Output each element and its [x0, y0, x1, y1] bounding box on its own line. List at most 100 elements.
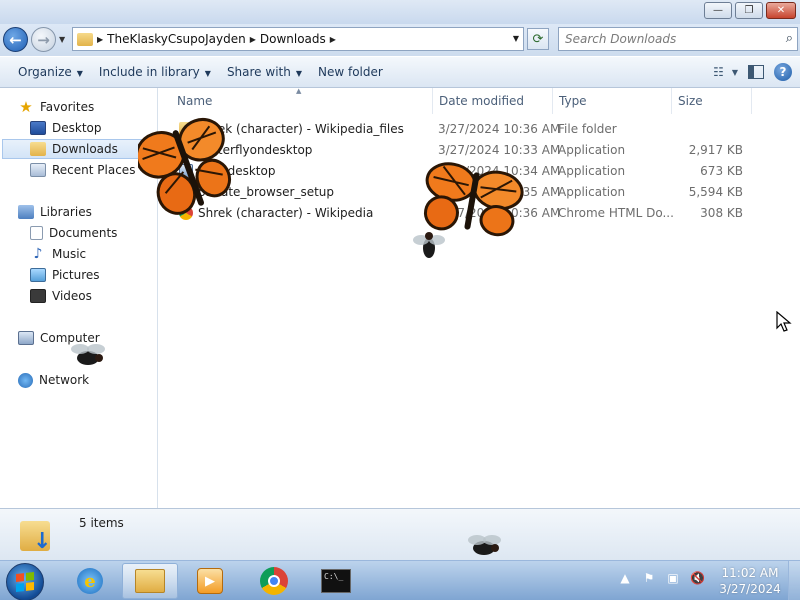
music-note-icon: ♪ [33, 246, 43, 262]
file-type: File folder [558, 122, 617, 136]
file-date: 3/27/2024 10:36 AM [438, 206, 561, 220]
organize-label: Organize [18, 65, 72, 79]
file-date: 3/27/2024 10:36 AM [438, 122, 561, 136]
breadcrumb-user[interactable]: TheKlaskyCsupoJayden [107, 32, 246, 46]
help-icon[interactable]: ? [774, 63, 792, 81]
start-button[interactable] [6, 563, 44, 600]
file-row[interactable]: Shrek (character) - Wikipedia_files 3/27… [159, 119, 759, 140]
nav-network[interactable]: Network [18, 370, 154, 390]
file-row[interactable]: private_browser_setup 3/27/2024 10:35 AM… [159, 182, 759, 203]
show-hidden-icons-button[interactable]: ▲ [618, 571, 632, 585]
nav-videos[interactable]: Videos [30, 286, 154, 306]
nav-computer[interactable]: Computer [18, 328, 154, 348]
back-button[interactable]: ← [3, 27, 28, 52]
file-list[interactable]: ▲ Name Date modified Type Size Shrek (ch… [159, 87, 800, 508]
column-header-size[interactable]: Size [672, 88, 752, 114]
preview-pane-icon [748, 65, 764, 79]
file-type: Application [558, 164, 626, 178]
address-bar[interactable]: ▶ TheKlaskyCsupoJayden ▶ Downloads ▶ ▼ [72, 27, 524, 51]
file-name: butterflyondesktop [198, 143, 313, 157]
computer-icon [18, 331, 34, 345]
breadcrumb-downloads[interactable]: Downloads [260, 32, 326, 46]
star-icon: ★ [19, 98, 33, 116]
breadcrumb-separator-icon[interactable]: ▶ [97, 35, 103, 44]
chrome-html-icon [179, 206, 193, 220]
view-list-icon: ☷ [713, 65, 724, 79]
clock[interactable]: 11:02 AM 3/27/2024 [718, 565, 782, 597]
refresh-button[interactable]: ⟳ [527, 28, 549, 50]
network-icon [18, 372, 33, 388]
nav-music-label: Music [52, 247, 87, 261]
nav-pictures-label: Pictures [52, 268, 100, 282]
share-with-label: Share with [226, 65, 291, 79]
recent-pages-dropdown-icon[interactable]: ▼ [59, 35, 65, 44]
include-in-library-button[interactable]: Include in library ▼ [91, 60, 219, 84]
file-name: Shrek (character) - Wikipedia_files [198, 122, 404, 136]
nav-desktop-label: Desktop [52, 121, 102, 135]
search-box[interactable]: ⌕ [558, 27, 798, 51]
nav-pictures[interactable]: Pictures [30, 265, 154, 285]
file-date: 3/27/2024 10:34 AM [438, 164, 561, 178]
windows-logo-icon [16, 572, 34, 592]
refresh-icon: ⟳ [532, 31, 544, 47]
file-name: private_browser_setup [198, 185, 335, 199]
clock-date: 3/27/2024 [719, 582, 781, 596]
close-button[interactable]: ✕ [766, 2, 796, 19]
breadcrumb-separator-icon[interactable]: ▶ [330, 35, 336, 44]
column-header-type[interactable]: Type [553, 88, 672, 114]
recent-places-icon [30, 163, 46, 177]
search-input[interactable] [559, 28, 769, 50]
nav-computer-label: Computer [40, 331, 100, 345]
video-icon [30, 289, 46, 303]
file-size: 308 KB [700, 206, 743, 220]
taskbar-command-prompt[interactable]: C:\_ [308, 563, 364, 599]
change-view-button[interactable]: ☷ ▼ [713, 61, 738, 83]
nav-recent-places[interactable]: Recent Places [30, 160, 154, 180]
share-with-button[interactable]: Share with ▼ [219, 60, 310, 84]
nav-libraries-label: Libraries [40, 205, 92, 219]
breadcrumb-separator-icon[interactable]: ▶ [250, 35, 256, 44]
column-header-name[interactable]: Name [171, 88, 433, 114]
nav-documents[interactable]: Documents [30, 223, 154, 243]
explorer-folder-icon [135, 569, 165, 593]
nav-desktop[interactable]: Desktop [30, 118, 154, 138]
column-header-date[interactable]: Date modified [433, 88, 553, 114]
file-name: Shrek (character) - Wikipedia [198, 206, 374, 220]
nav-favorites[interactable]: ★ Favorites [18, 97, 174, 117]
chevron-down-icon[interactable]: ▼ [513, 34, 519, 43]
include-in-library-label: Include in library [98, 65, 200, 79]
mouse-cursor-icon [776, 311, 792, 332]
media-player-icon: ▶ [197, 568, 223, 594]
taskbar-windows-explorer[interactable] [122, 563, 178, 599]
search-icon[interactable]: ⌕ [786, 31, 793, 46]
new-folder-button[interactable]: New folder [310, 60, 391, 84]
action-center-flag-icon[interactable]: ⚑ [642, 571, 656, 585]
network-tray-icon[interactable]: ▣ [666, 571, 680, 585]
taskbar-internet-explorer[interactable]: e [62, 563, 118, 599]
details-pane: ↓ 5 items [0, 508, 800, 560]
nav-libraries[interactable]: Libraries [18, 202, 154, 222]
file-row[interactable]: Shrek (character) - Wikipedia 3/27/2024 … [159, 203, 759, 224]
organize-button[interactable]: Organize ▼ [10, 60, 91, 84]
application-icon [179, 185, 193, 199]
file-row[interactable]: flyondesktop 3/27/2024 10:34 AM Applicat… [159, 161, 759, 182]
file-type: Application [558, 185, 626, 199]
window-titlebar[interactable]: — ❐ ✕ [0, 0, 800, 24]
navigation-pane[interactable]: ★ Favorites Desktop Downloads Recent Pla… [0, 88, 158, 508]
pictures-icon [30, 268, 46, 282]
file-row[interactable]: butterflyondesktop 3/27/2024 10:33 AM Ap… [159, 140, 759, 161]
minimize-button[interactable]: — [704, 2, 732, 19]
show-desktop-button[interactable] [788, 561, 800, 600]
libraries-icon [18, 205, 34, 219]
nav-music[interactable]: ♪ Music [30, 244, 154, 264]
forward-button[interactable]: → [31, 27, 56, 52]
preview-pane-button[interactable] [748, 61, 764, 83]
taskbar-media-player[interactable]: ▶ [182, 563, 238, 599]
nav-downloads[interactable]: Downloads [2, 139, 156, 159]
file-size: 2,917 KB [688, 143, 743, 157]
maximize-button[interactable]: ❐ [735, 2, 763, 19]
taskbar-google-chrome[interactable] [246, 563, 302, 599]
chevron-down-icon: ▼ [731, 67, 738, 77]
window-controls: — ❐ ✕ [704, 2, 796, 19]
volume-muted-icon[interactable]: 🔇 [690, 571, 705, 585]
